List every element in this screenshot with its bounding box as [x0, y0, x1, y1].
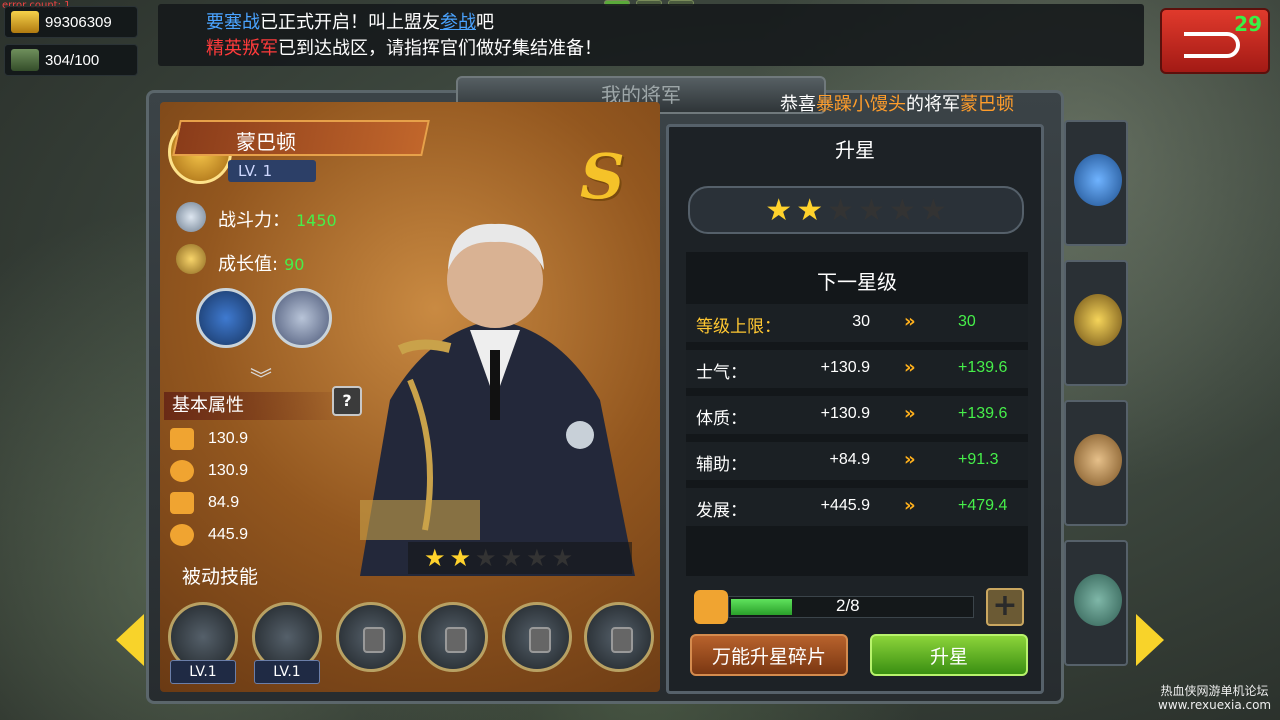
- basic-attributes-title: 基本属性: [164, 392, 354, 420]
- portrait-star-rating: ★ ★ ★ ★ ★ ★: [408, 542, 632, 574]
- puzzle-piece-icon: [694, 590, 728, 624]
- bullet-icon: [170, 428, 194, 450]
- troops-amount: 304/100: [45, 51, 100, 69]
- stat-row: 体质： +130.9» +139.6: [686, 396, 1028, 434]
- grade-mark: S: [580, 140, 625, 213]
- upgrade-title: 升星: [835, 138, 875, 162]
- news-line-1: 要塞战已正式开启！叫上盟友参战吧: [206, 12, 494, 33]
- level-up-button[interactable]: [196, 288, 256, 348]
- double-arrow-icon: »: [904, 403, 916, 424]
- name-banner: [172, 120, 430, 156]
- double-arrow-icon: »: [904, 311, 916, 332]
- stat-row: 辅助： +84.9» +91.3: [686, 442, 1028, 480]
- double-arrow-icon: »: [904, 495, 916, 516]
- watermark: 热血侠网游单机论坛 www.rexuexia.com: [1158, 684, 1272, 712]
- shard-progress-fill: [731, 599, 792, 615]
- rank-medal-icon: [1074, 154, 1122, 206]
- add-shards-button[interactable]: +: [986, 588, 1024, 626]
- gold-amount: 99306309: [45, 13, 112, 31]
- prev-arrow-icon[interactable]: [116, 614, 144, 666]
- stat-row: 士气： +130.9» +139.6: [686, 350, 1028, 388]
- star-empty-icon: ★: [827, 192, 854, 228]
- attr-constitution: 130.9: [170, 460, 248, 482]
- helmet-icon: [1074, 574, 1122, 626]
- attr-support: 84.9: [170, 492, 239, 514]
- stat-row: 发展： +445.9» +479.4: [686, 488, 1028, 526]
- side-tab-general[interactable]: [1064, 260, 1128, 386]
- heart-icon: [170, 460, 194, 482]
- side-tab-equipment[interactable]: [1064, 540, 1128, 666]
- expand-chevron-icon[interactable]: ︾: [250, 362, 272, 394]
- exit-arrow-icon: [1184, 32, 1240, 58]
- join-battle-link[interactable]: 参战: [440, 12, 476, 33]
- star-filled-icon: ★: [796, 192, 824, 228]
- passive-skills-title: 被动技能: [182, 566, 259, 588]
- officer-icon: [1074, 294, 1122, 346]
- star-filled-icon: ★: [424, 544, 446, 572]
- gold-bars-icon: [11, 11, 39, 33]
- support-icon: [170, 492, 194, 514]
- side-tab-book[interactable]: [1064, 400, 1128, 526]
- star-empty-icon: ★: [858, 192, 885, 228]
- next-star-title: 下一星级: [817, 270, 897, 294]
- general-name: 蒙巴顿: [236, 130, 296, 154]
- book-icon: [1074, 434, 1122, 486]
- star-empty-icon: ★: [526, 544, 548, 572]
- general-level: LV. 1: [228, 160, 316, 182]
- cash-stack-icon: [11, 49, 39, 71]
- double-arrow-icon: »: [904, 449, 916, 470]
- medal-star-icon: [176, 244, 206, 274]
- star-empty-icon: ★: [500, 544, 523, 572]
- skill-level-1: LV.1: [170, 660, 236, 684]
- general-portrait: [360, 223, 635, 576]
- upgrade-star-button[interactable]: 升星: [870, 634, 1028, 676]
- double-arrow-icon: »: [904, 357, 916, 378]
- growth-stat: 成长值: 90: [218, 254, 305, 275]
- next-arrow-icon[interactable]: [1136, 614, 1164, 666]
- passive-skill-locked[interactable]: [584, 602, 654, 672]
- power-stat: 战斗力： 1450: [218, 210, 337, 231]
- star-filled-icon: ★: [449, 544, 472, 572]
- passive-skill-locked[interactable]: [336, 602, 406, 672]
- skill-level-2: LV.1: [254, 660, 320, 684]
- exit-button[interactable]: 29: [1160, 8, 1270, 74]
- shard-progress-text: 2/8: [836, 596, 860, 615]
- passive-skill-locked[interactable]: [502, 602, 572, 672]
- star-filled-icon: ★: [765, 192, 793, 228]
- equipment-button[interactable]: [272, 288, 332, 348]
- countdown-timer: 29: [1234, 12, 1262, 36]
- crossed-guns-icon: [176, 202, 206, 232]
- star-empty-icon: ★: [475, 544, 497, 572]
- stat-row: 等级上限： 30» 30: [686, 304, 1028, 342]
- star-empty-icon: ★: [919, 192, 947, 228]
- news-line-2: 精英叛军已到达战区，请指挥官们做好集结准备！: [206, 38, 602, 59]
- help-button[interactable]: ?: [332, 386, 362, 416]
- current-star-rating: ★ ★ ★ ★ ★ ★: [688, 186, 1024, 234]
- attr-morale: 130.9: [170, 428, 248, 450]
- side-tab-rank[interactable]: [1064, 120, 1128, 246]
- congrats-ticker: 恭喜暴躁小馒头的将军蒙巴顿: [780, 94, 1014, 115]
- attr-development: 445.9: [170, 524, 248, 546]
- star-empty-icon: ★: [888, 192, 916, 228]
- star-empty-icon: ★: [551, 544, 574, 572]
- universal-shards-button[interactable]: 万能升星碎片: [690, 634, 848, 676]
- gear-icon: [170, 524, 194, 546]
- news-ticker: 要塞战已正式开启！叫上盟友参战吧 精英叛军已到达战区，请指挥官们做好集结准备！: [158, 4, 1144, 66]
- troops-resource[interactable]: 304/100: [4, 44, 138, 76]
- passive-skill-locked[interactable]: [418, 602, 488, 672]
- gold-resource[interactable]: 99306309: [4, 6, 138, 38]
